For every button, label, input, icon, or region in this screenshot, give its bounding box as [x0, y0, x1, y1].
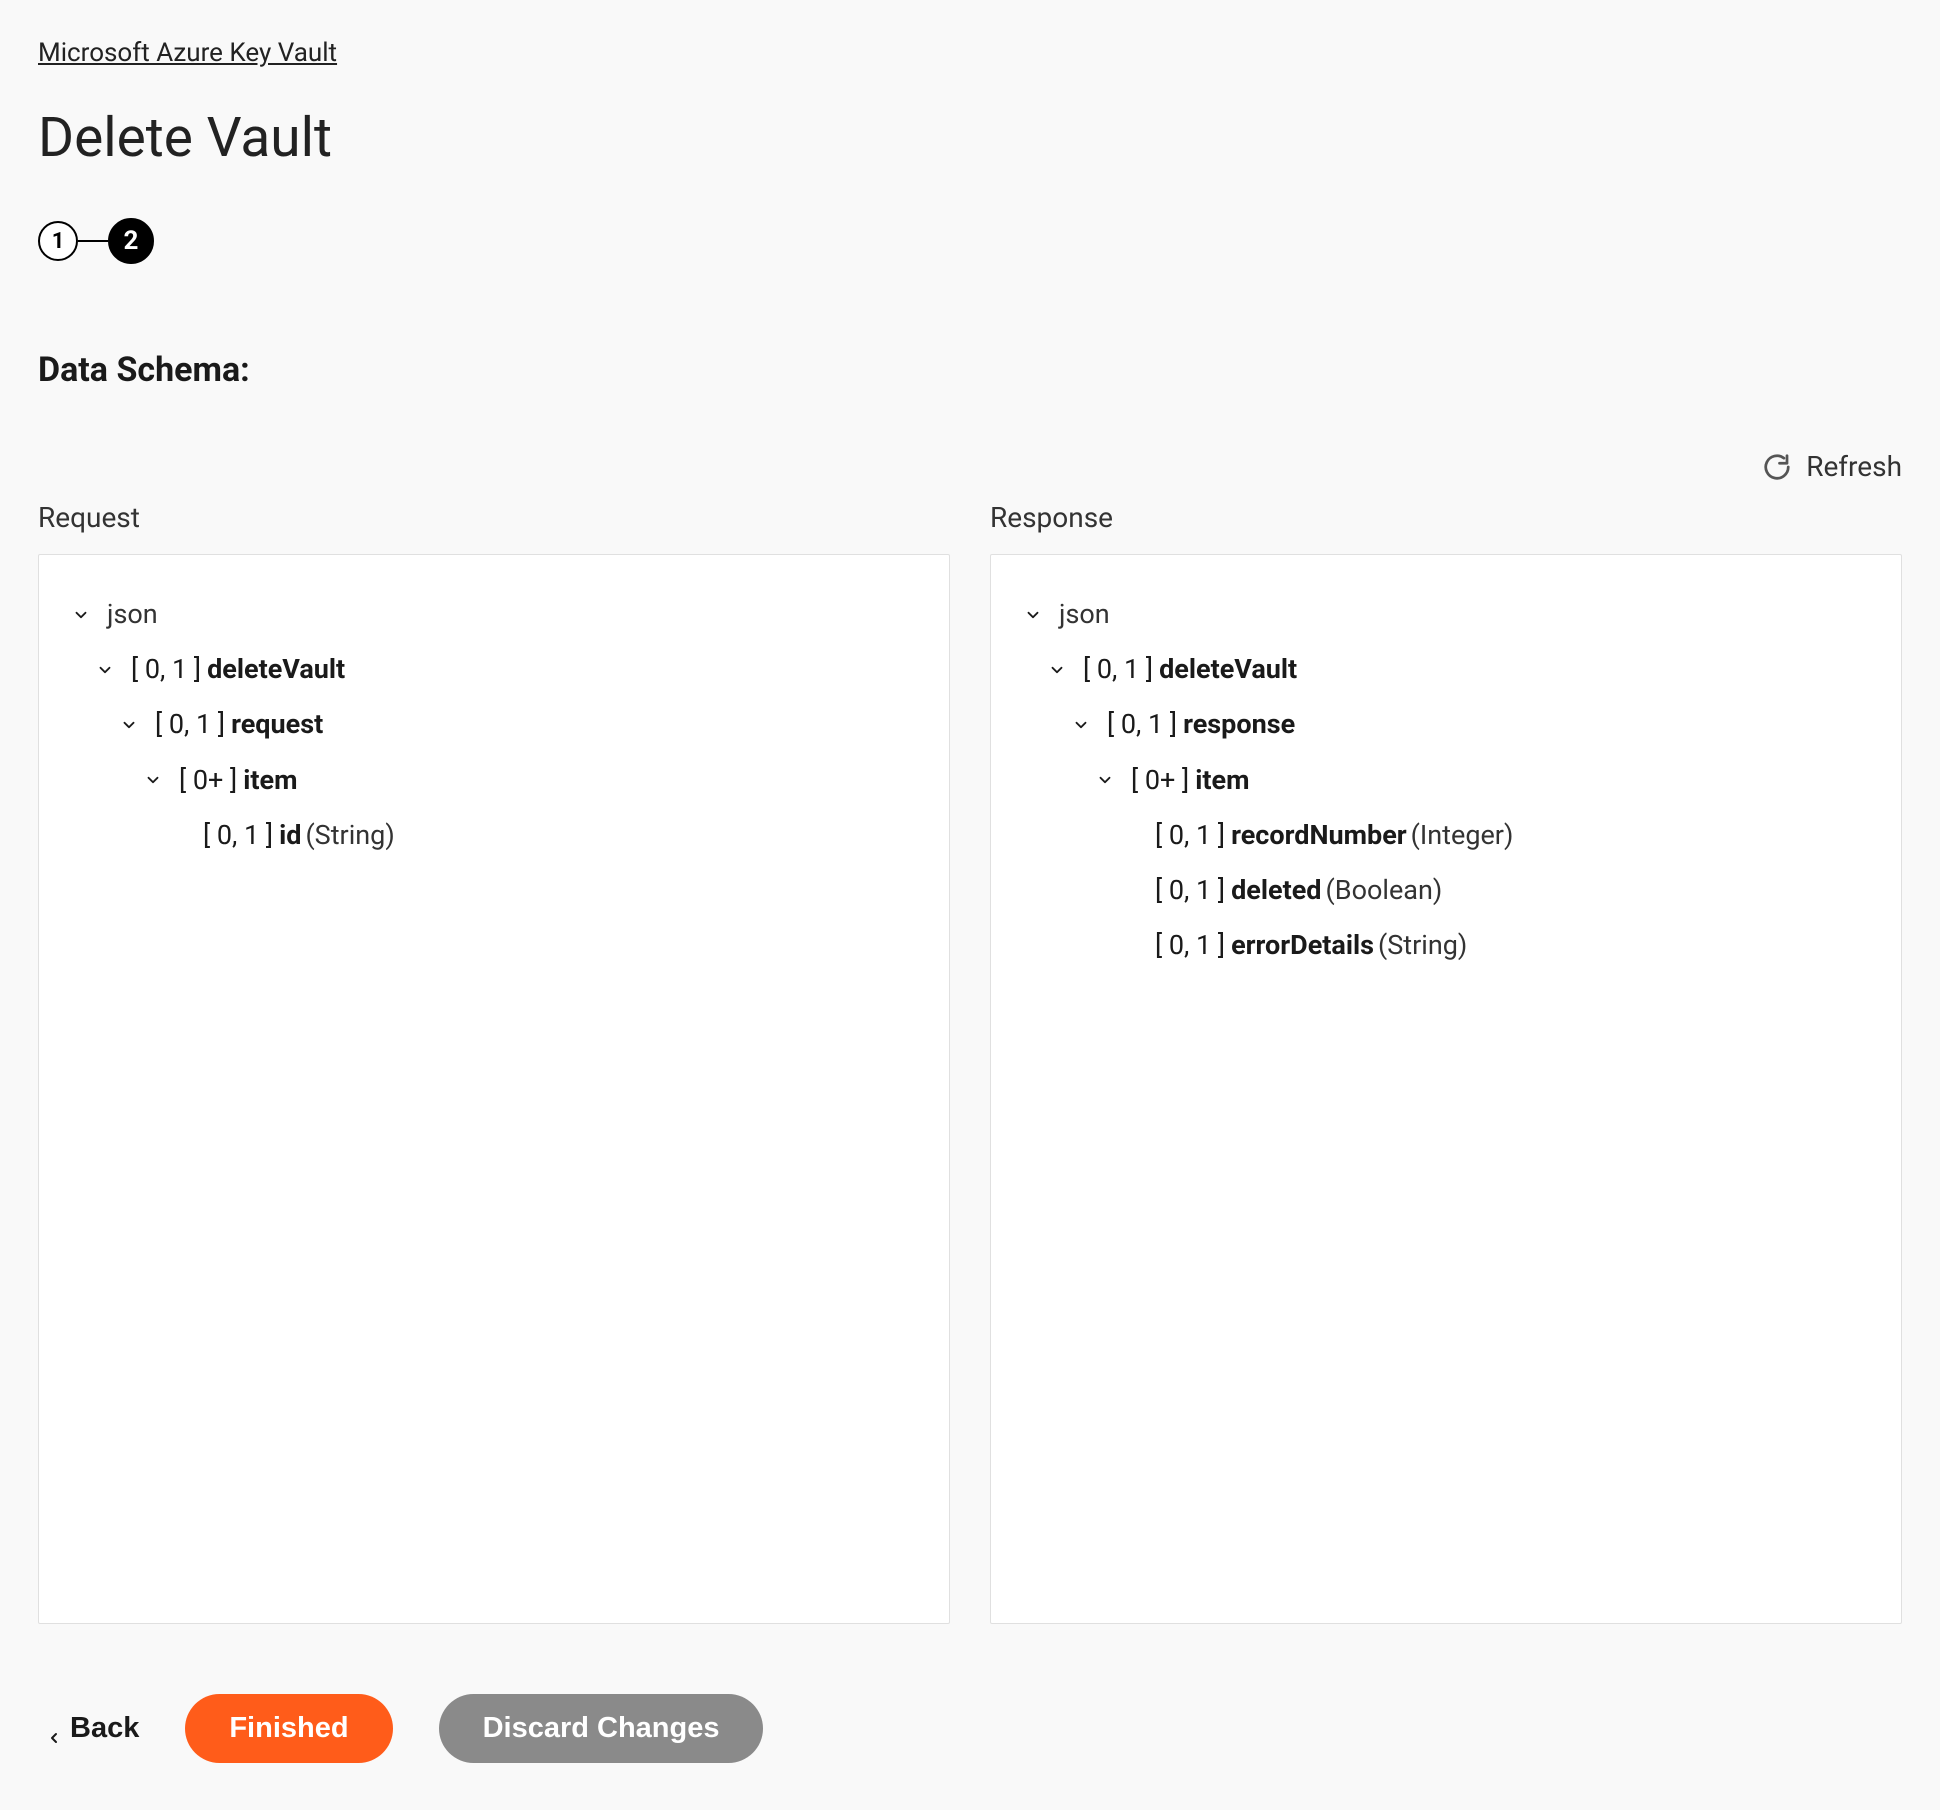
step-2[interactable]: 2 — [108, 218, 154, 264]
tree-node[interactable]: [ 0+ ] item — [1019, 753, 1873, 808]
refresh-label: Refresh — [1806, 450, 1902, 483]
page-title: Delete Vault — [38, 106, 1902, 170]
stepper: 1 2 — [38, 218, 1902, 264]
tree-node[interactable]: [ 0, 1 ] id (String) — [67, 808, 921, 863]
discard-changes-button[interactable]: Discard Changes — [439, 1694, 764, 1763]
tree-node-name: request — [231, 703, 323, 746]
tree-node-cardinality: [ 0, 1 ] — [131, 648, 201, 691]
step-1[interactable]: 1 — [38, 221, 78, 261]
finished-button[interactable]: Finished — [185, 1694, 392, 1763]
request-column: Request json[ 0, 1 ] deleteVault[ 0, 1 ]… — [38, 501, 950, 1624]
tree-node-cardinality: [ 0, 1 ] — [1155, 924, 1225, 967]
tree-node[interactable]: [ 0, 1 ] deleteVault — [1019, 642, 1873, 697]
chevron-down-icon[interactable] — [1067, 711, 1095, 739]
tree-node-cardinality: [ 0, 1 ] — [1155, 869, 1225, 912]
tree-node-name: id — [279, 814, 301, 857]
back-button[interactable]: Back — [46, 1712, 139, 1745]
chevron-down-icon[interactable] — [1019, 601, 1047, 629]
section-title: Data Schema: — [38, 350, 1902, 390]
tree-node-type: (String) — [305, 814, 394, 857]
response-panel-label: Response — [990, 501, 1902, 534]
tree-node[interactable]: [ 0, 1 ] response — [1019, 697, 1873, 752]
tree-node[interactable]: [ 0, 1 ] recordNumber (Integer) — [1019, 808, 1873, 863]
tree-node-name: response — [1183, 703, 1295, 746]
request-panel-label: Request — [38, 501, 950, 534]
tree-node-cardinality: [ 0+ ] — [1131, 759, 1189, 802]
response-panel: json[ 0, 1 ] deleteVault[ 0, 1 ] respons… — [990, 554, 1902, 1624]
tree-node-root-label: json — [107, 593, 158, 636]
tree-node[interactable]: [ 0+ ] item — [67, 753, 921, 808]
breadcrumb-link[interactable]: Microsoft Azure Key Vault — [38, 38, 337, 68]
tree-node-root-label: json — [1059, 593, 1110, 636]
tree-node-name: errorDetails — [1231, 924, 1374, 967]
tree-node[interactable]: [ 0, 1 ] request — [67, 697, 921, 752]
response-column: Response json[ 0, 1 ] deleteVault[ 0, 1 … — [990, 501, 1902, 1624]
tree-node-cardinality: [ 0, 1 ] — [155, 703, 225, 746]
tree-node-cardinality: [ 0+ ] — [179, 759, 237, 802]
tree-node[interactable]: json — [67, 587, 921, 642]
tree-node-cardinality: [ 0, 1 ] — [203, 814, 273, 857]
tree-node-type: (Boolean) — [1326, 869, 1443, 912]
chevron-down-icon[interactable] — [1043, 656, 1071, 684]
chevron-down-icon[interactable] — [91, 656, 119, 684]
request-panel: json[ 0, 1 ] deleteVault[ 0, 1 ] request… — [38, 554, 950, 1624]
schema-panels: Request json[ 0, 1 ] deleteVault[ 0, 1 ]… — [38, 501, 1902, 1624]
chevron-down-icon[interactable] — [1091, 766, 1119, 794]
tree-node[interactable]: [ 0, 1 ] deleted (Boolean) — [1019, 863, 1873, 918]
chevron-down-icon[interactable] — [139, 766, 167, 794]
tree-node-cardinality: [ 0, 1 ] — [1107, 703, 1177, 746]
chevron-left-icon — [46, 1721, 62, 1737]
step-connector — [78, 240, 108, 242]
tree-node[interactable]: [ 0, 1 ] errorDetails (String) — [1019, 918, 1873, 973]
refresh-button[interactable]: Refresh — [38, 450, 1902, 483]
footer-actions: Back Finished Discard Changes — [38, 1694, 1902, 1763]
chevron-down-icon[interactable] — [115, 711, 143, 739]
tree-node-name: item — [243, 759, 297, 802]
tree-node[interactable]: json — [1019, 587, 1873, 642]
back-button-label: Back — [70, 1712, 139, 1745]
tree-node-name: deleted — [1231, 869, 1321, 912]
tree-node-name: deleteVault — [207, 648, 345, 691]
tree-node-type: (Integer) — [1411, 814, 1514, 857]
tree-node[interactable]: [ 0, 1 ] deleteVault — [67, 642, 921, 697]
tree-node-name: item — [1195, 759, 1249, 802]
tree-node-name: deleteVault — [1159, 648, 1297, 691]
chevron-down-icon[interactable] — [67, 601, 95, 629]
tree-node-type: (String) — [1378, 924, 1467, 967]
tree-node-cardinality: [ 0, 1 ] — [1083, 648, 1153, 691]
tree-node-cardinality: [ 0, 1 ] — [1155, 814, 1225, 857]
tree-node-name: recordNumber — [1231, 814, 1407, 857]
refresh-icon — [1762, 452, 1792, 482]
